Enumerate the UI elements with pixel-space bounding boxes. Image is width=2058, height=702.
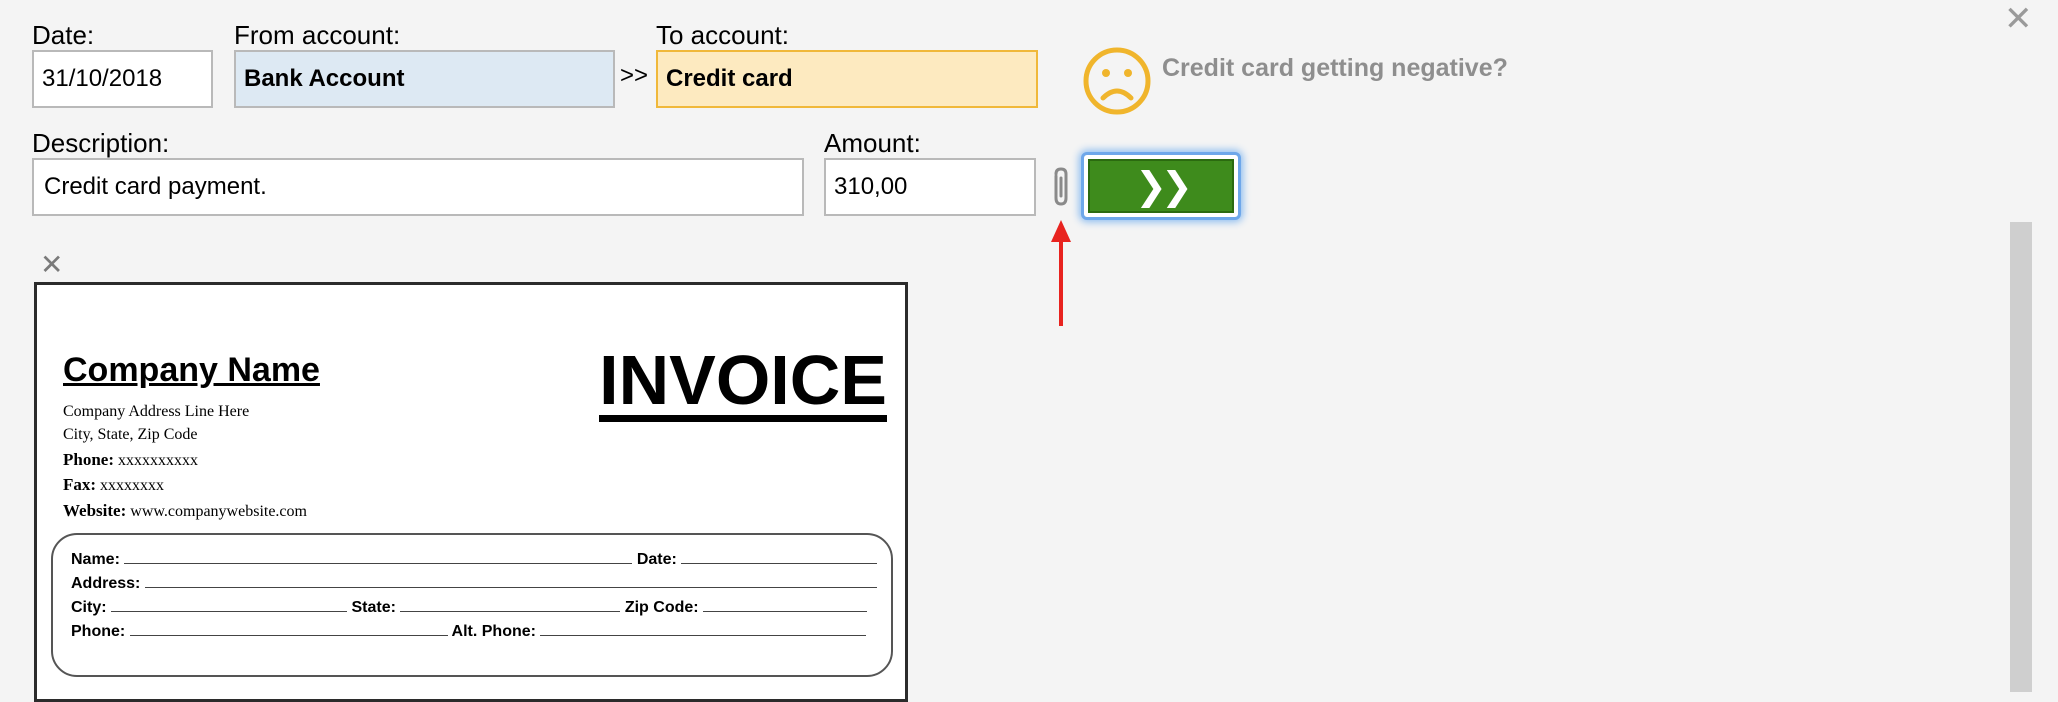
invoice-city-row: City: State: Zip Code: [71, 597, 868, 617]
invoice-website-label: Website: [63, 501, 127, 520]
invoice-address-line: Company Address Line Here [63, 403, 250, 420]
invoice-website-line: Website: www.companywebsite.com [63, 501, 307, 521]
double-chevron-right-icon: ❯❯ [1088, 159, 1234, 213]
paperclip-icon[interactable] [1048, 166, 1074, 215]
negative-balance-warning: Credit card getting negative? [1162, 54, 1508, 82]
close-attachment-icon[interactable]: ✕ [40, 248, 63, 281]
invoice-name-row: Name: Date: [71, 549, 878, 569]
invoice-website-value: www.companywebsite.com [130, 503, 307, 520]
description-field[interactable] [32, 158, 804, 216]
invoice-alt-phone-label: Alt. Phone: [451, 623, 536, 640]
amount-field[interactable] [824, 158, 1036, 216]
date-label: Date: [32, 20, 95, 50]
invoice-phone-row: Phone: Alt. Phone: [71, 621, 867, 641]
invoice-fax-line: Fax: xxxxxxxx [63, 475, 164, 495]
description-label: Description: [32, 128, 170, 158]
invoice-attachment-preview: Company Name INVOICE Company Address Lin… [34, 282, 908, 702]
invoice-address-row: Address: [71, 573, 877, 593]
invoice-phone-value: xxxxxxxxxx [118, 452, 198, 469]
invoice-state-label: State: [351, 599, 396, 616]
from-account-select[interactable] [234, 50, 615, 108]
from-account-label: From account: [234, 20, 401, 50]
invoice-phone-label: Phone: [63, 450, 114, 469]
invoice-phone-line: Phone: xxxxxxxxxx [63, 450, 198, 470]
transfer-arrow-label: >> [620, 62, 649, 89]
sad-face-icon [1082, 46, 1152, 121]
invoice-zip-label: Zip Code: [624, 599, 699, 616]
invoice-city-label: City: [71, 599, 107, 616]
invoice-customer-box: Name: Date: Address: City: State: Zip Co… [51, 533, 893, 677]
invoice-company-name: Company Name [63, 351, 320, 389]
invoice-phone2-label: Phone: [71, 623, 126, 640]
invoice-fax-label: Fax: [63, 475, 97, 494]
to-account-label: To account: [656, 20, 789, 50]
date-field[interactable] [32, 50, 213, 108]
amount-label: Amount: [824, 128, 921, 158]
invoice-date-label: Date: [636, 551, 677, 568]
invoice-name-label: Name: [71, 551, 120, 568]
to-account-select[interactable] [656, 50, 1038, 108]
invoice-fax-value: xxxxxxxx [100, 477, 165, 494]
close-icon[interactable]: ✕ [2004, 2, 2033, 36]
invoice-address-label: Address: [71, 575, 141, 592]
scrollbar[interactable] [2010, 222, 2032, 692]
red-arrow-icon [1050, 218, 1072, 333]
submit-transfer-button[interactable]: ❯❯ [1081, 152, 1241, 220]
invoice-title: INVOICE [599, 345, 887, 422]
invoice-city-line: City, State, Zip Code [63, 426, 198, 443]
